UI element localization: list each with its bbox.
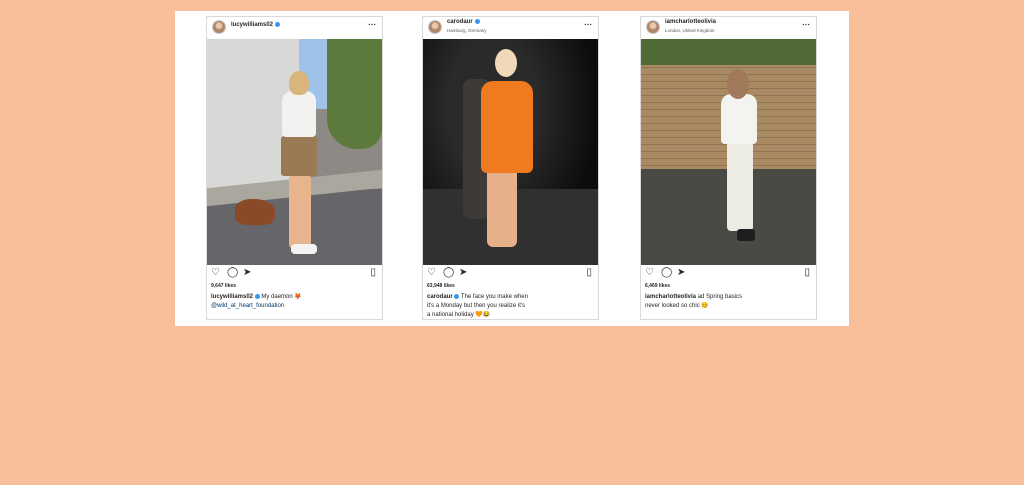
- post-actions: ♡ ◯ ➤ ▯: [423, 268, 598, 282]
- comment-icon[interactable]: ◯: [661, 268, 672, 278]
- avatar[interactable]: [212, 20, 226, 34]
- bookmark-icon[interactable]: ▯: [804, 268, 810, 278]
- comment-icon[interactable]: ◯: [443, 268, 454, 278]
- share-icon[interactable]: ➤: [677, 268, 685, 278]
- verified-badge-icon: [275, 22, 281, 27]
- share-icon[interactable]: ➤: [243, 268, 251, 278]
- caption-text: never looked so chic 😊: [645, 303, 709, 309]
- bookmark-icon[interactable]: ▯: [370, 268, 376, 278]
- heart-icon[interactable]: ♡: [645, 268, 654, 278]
- verified-badge-icon: [454, 293, 460, 299]
- more-options-icon[interactable]: ⋯: [368, 20, 376, 29]
- caption-text: The face you make when: [460, 294, 528, 300]
- username-link[interactable]: lucywilliams02: [231, 22, 281, 28]
- more-options-icon[interactable]: ⋯: [584, 20, 592, 29]
- avatar[interactable]: [646, 20, 660, 34]
- instagram-post: carodaur Hamburg, Germany ⋯ ♡ ◯ ➤ ▯ 63,9…: [422, 16, 599, 320]
- likes-count[interactable]: 6,469 likes: [645, 283, 670, 289]
- post-actions: ♡ ◯ ➤ ▯: [641, 268, 816, 282]
- heart-icon[interactable]: ♡: [211, 268, 220, 278]
- username-link[interactable]: iamcharlotteolivia: [665, 19, 716, 25]
- likes-count[interactable]: 9,647 likes: [211, 283, 236, 289]
- post-photo[interactable]: [207, 39, 382, 265]
- caption-text: ad Spring basics: [697, 294, 743, 300]
- heart-icon[interactable]: ♡: [427, 268, 436, 278]
- post-header: carodaur Hamburg, Germany ⋯: [423, 17, 598, 39]
- post-header: lucywilliams02 ⋯: [207, 17, 382, 39]
- avatar[interactable]: [428, 20, 442, 34]
- post-photo[interactable]: [641, 39, 816, 265]
- instagram-post: iamcharlotteolivia London, United Kingdo…: [640, 16, 817, 320]
- post-actions: ♡ ◯ ➤ ▯: [207, 268, 382, 282]
- dog-figure: [235, 199, 275, 225]
- posts-board: lucywilliams02 ⋯ ♡ ◯ ➤ ▯ 9,647 likes luc…: [175, 11, 849, 326]
- post-location[interactable]: London, United Kingdom: [665, 28, 715, 33]
- caption-username[interactable]: iamcharlotteolivia: [645, 294, 696, 300]
- caption-username[interactable]: carodaur: [427, 294, 453, 300]
- instagram-post: lucywilliams02 ⋯ ♡ ◯ ➤ ▯ 9,647 likes luc…: [206, 16, 383, 320]
- caption-text: My daemon 🦊: [261, 294, 302, 300]
- caption-mention[interactable]: @wild_at_heart_foundation: [211, 303, 284, 309]
- caption-text: it's a Monday but then you realize it's: [427, 303, 526, 309]
- likes-count[interactable]: 63,948 likes: [427, 283, 455, 289]
- post-caption: lucywilliams02 My daemon 🦊 @wild_at_hear…: [211, 293, 377, 311]
- post-photo[interactable]: [423, 39, 598, 265]
- verified-badge-icon: [254, 293, 260, 299]
- post-caption: carodaur The face you make when it's a M…: [427, 293, 593, 320]
- post-header: iamcharlotteolivia London, United Kingdo…: [641, 17, 816, 39]
- post-location[interactable]: Hamburg, Germany: [447, 28, 487, 33]
- bookmark-icon[interactable]: ▯: [586, 268, 592, 278]
- username-link[interactable]: carodaur: [447, 19, 480, 25]
- verified-badge-icon: [474, 19, 480, 24]
- caption-username[interactable]: lucywilliams02: [211, 294, 253, 300]
- post-caption: iamcharlotteolivia ad Spring basics neve…: [645, 293, 811, 311]
- caption-text: a national holiday 🧡😂: [427, 312, 491, 318]
- more-options-icon[interactable]: ⋯: [802, 20, 810, 29]
- comment-icon[interactable]: ◯: [227, 268, 238, 278]
- share-icon[interactable]: ➤: [459, 268, 467, 278]
